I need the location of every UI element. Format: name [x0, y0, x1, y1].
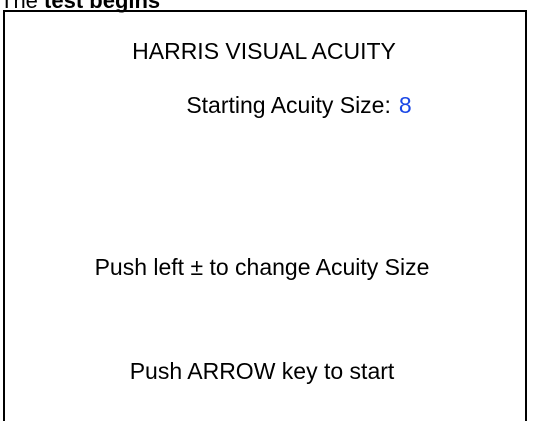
acuity-size-value: 8 — [398, 92, 412, 118]
acuity-label: Starting Acuity Size: — [186, 92, 391, 118]
change-size-instruction: Push left ± to change Acuity Size — [94, 254, 430, 280]
screen-title: HARRIS VISUAL ACUITY — [132, 38, 396, 64]
acuity-test-screen: HARRIS VISUAL ACUITY Starting Acuity Siz… — [3, 10, 527, 421]
starting-acuity-row: Starting Acuity Size: 8 — [39, 92, 534, 118]
start-instruction: Push ARROW key to start — [129, 358, 395, 384]
page: The test begins HARRIS VISUAL ACUITY Sta… — [0, 0, 534, 421]
